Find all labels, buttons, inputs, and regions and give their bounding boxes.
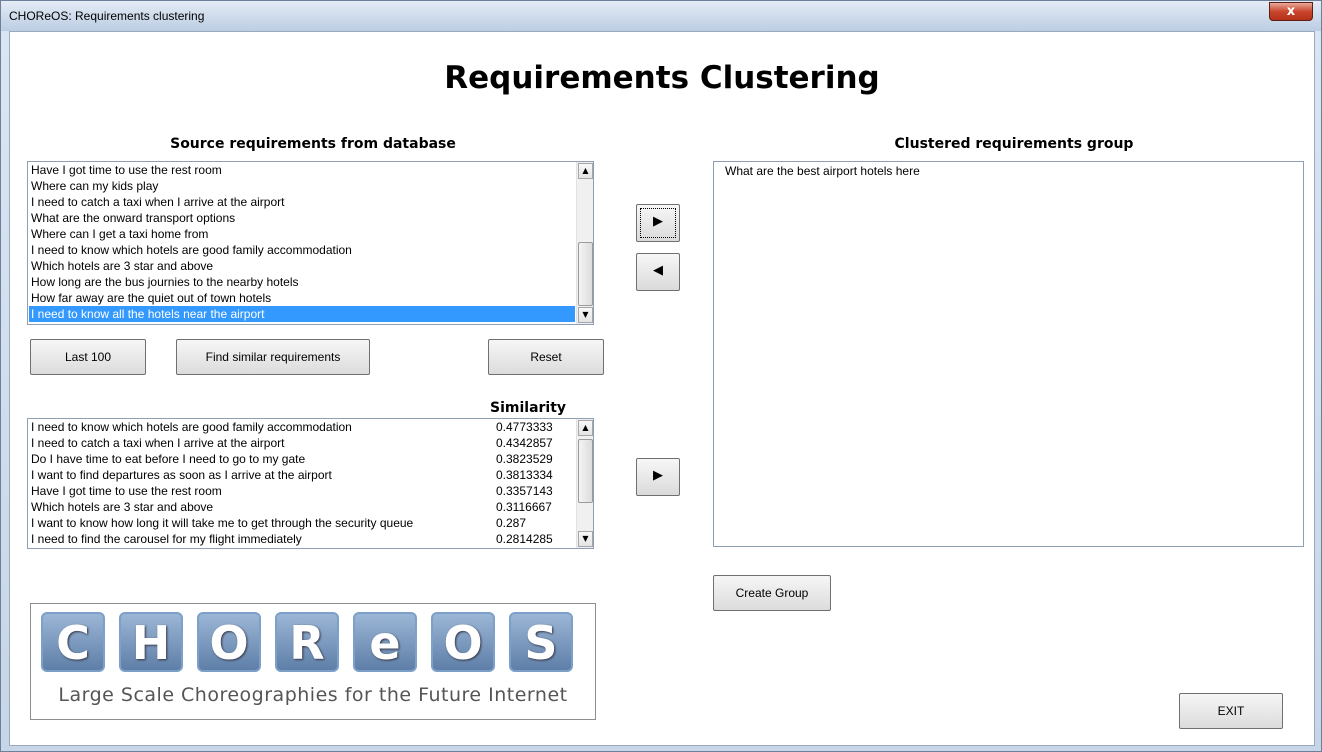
similarity-value: 0.3116667: [496, 500, 552, 514]
list-item[interactable]: What are the best airport hotels here: [723, 163, 1303, 179]
list-item[interactable]: How far away are the quiet out of town h…: [29, 290, 575, 306]
similarity-value: 0.4773333: [496, 420, 553, 434]
window-title: CHOReOS: Requirements clustering: [9, 9, 205, 23]
similar-requirement-text: I need to know which hotels are good fam…: [31, 420, 352, 434]
scroll-thumb[interactable]: [578, 242, 593, 306]
exit-button[interactable]: EXIT: [1179, 693, 1283, 729]
list-item[interactable]: I need to know all the hotels near the a…: [29, 306, 575, 322]
list-item[interactable]: I want to find departures as soon as I a…: [29, 467, 575, 483]
source-requirements-list[interactable]: Have I got time to use the rest room Wher…: [27, 161, 594, 325]
similarity-heading: Similarity: [490, 400, 567, 416]
list-item[interactable]: I need to find the carousel for my fligh…: [29, 531, 575, 547]
logo-tiles: CHOReOS: [41, 612, 587, 672]
similarity-value: 0.2814285: [496, 532, 553, 546]
clustered-list-items: What are the best airport hotels here: [715, 162, 1303, 546]
close-button[interactable]: x: [1269, 2, 1313, 21]
logo-letter-tile: H: [119, 612, 183, 672]
similar-requirements-list[interactable]: I need to know which hotels are good fam…: [27, 418, 594, 549]
similar-requirement-text: Which hotels are 3 star and above: [31, 500, 214, 514]
page-title: Requirements Clustering: [444, 60, 880, 96]
list-item[interactable]: I want to know how long it will take me …: [29, 515, 575, 531]
list-item[interactable]: Where can I get a taxi home from: [29, 226, 575, 242]
similarity-value: 0.3357143: [496, 484, 553, 498]
similarity-value: 0.287: [496, 516, 527, 530]
similar-list-items: I need to know which hotels are good fam…: [29, 419, 575, 548]
list-item[interactable]: What are the onward transport options: [29, 210, 575, 226]
similarity-value: 0.4342857: [496, 436, 553, 450]
list-item[interactable]: Have I got time to use the rest room 0.33…: [29, 483, 575, 499]
list-item[interactable]: Which hotels are 3 star and above 0.31166…: [29, 499, 575, 515]
list-item[interactable]: Which hotels are 3 star and above: [29, 258, 575, 274]
list-item[interactable]: Have I got time to use the rest room: [29, 162, 575, 178]
logo-tagline: Large Scale Choreographies for the Futur…: [58, 684, 568, 706]
logo-letter-tile: R: [275, 612, 339, 672]
similarity-value: 0.3823529: [496, 452, 553, 466]
clustered-heading: Clustered requirements group: [894, 136, 1134, 152]
last-100-button[interactable]: Last 100: [30, 339, 146, 375]
similar-requirement-text: Do I have time to eat before I need to g…: [31, 452, 306, 466]
list-item[interactable]: I need to catch a taxi when I arrive at …: [29, 435, 575, 451]
clustered-requirements-list[interactable]: What are the best airport hotels here: [713, 161, 1304, 547]
scroll-up-icon[interactable]: ▲: [578, 163, 593, 179]
logo-letter-tile: e: [353, 612, 417, 672]
similar-requirement-text: Have I got time to use the rest room: [31, 484, 222, 498]
app-window: CHOReOS: Requirements clustering x Requi…: [0, 0, 1322, 752]
logo-letter-tile: C: [41, 612, 105, 672]
scroll-down-icon[interactable]: ▼: [578, 307, 593, 323]
list-item[interactable]: I need to catch a taxi when I arrive at …: [29, 194, 575, 210]
logo-letter-tile: O: [431, 612, 495, 672]
list-item[interactable]: Do I have time to eat before I need to g…: [29, 451, 575, 467]
logo-letter-tile: S: [509, 612, 573, 672]
list-item[interactable]: I need to know which hotels are good fam…: [29, 419, 575, 435]
similar-scrollbar[interactable]: ▲ ▼: [576, 419, 593, 548]
create-group-button[interactable]: Create Group: [713, 575, 831, 611]
source-list-items: Have I got time to use the rest room Wher…: [29, 162, 575, 324]
logo-letter-tile: O: [197, 612, 261, 672]
similar-requirement-text: I need to catch a taxi when I arrive at …: [31, 436, 285, 450]
choreos-logo: CHOReOS Large Scale Choreographies for t…: [30, 603, 596, 720]
add-to-group-button[interactable]: ▶: [636, 204, 680, 242]
list-item[interactable]: Where can my kids play: [29, 178, 575, 194]
similar-requirement-text: I want to find departures as soon as I a…: [31, 468, 332, 482]
find-similar-button[interactable]: Find similar requirements: [176, 339, 370, 375]
scroll-thumb[interactable]: [578, 439, 593, 503]
list-item[interactable]: How long are the bus journies to the nea…: [29, 274, 575, 290]
add-similar-to-group-button[interactable]: ▶: [636, 458, 680, 496]
similarity-value: 0.3813334: [496, 468, 553, 482]
source-scrollbar[interactable]: ▲ ▼: [576, 162, 593, 324]
list-item[interactable]: I need to know which hotels are good fam…: [29, 242, 575, 258]
title-bar[interactable]: CHOReOS: Requirements clustering x: [1, 1, 1321, 31]
reset-button[interactable]: Reset: [488, 339, 604, 375]
source-heading: Source requirements from database: [170, 136, 456, 152]
remove-from-group-button[interactable]: ◀: [636, 253, 680, 291]
scroll-up-icon[interactable]: ▲: [578, 420, 593, 436]
form-client-area: Requirements Clustering Source requireme…: [9, 31, 1315, 746]
similar-requirement-text: I need to find the carousel for my fligh…: [31, 532, 302, 546]
scroll-down-icon[interactable]: ▼: [578, 531, 593, 547]
similar-requirement-text: I want to know how long it will take me …: [31, 516, 414, 530]
